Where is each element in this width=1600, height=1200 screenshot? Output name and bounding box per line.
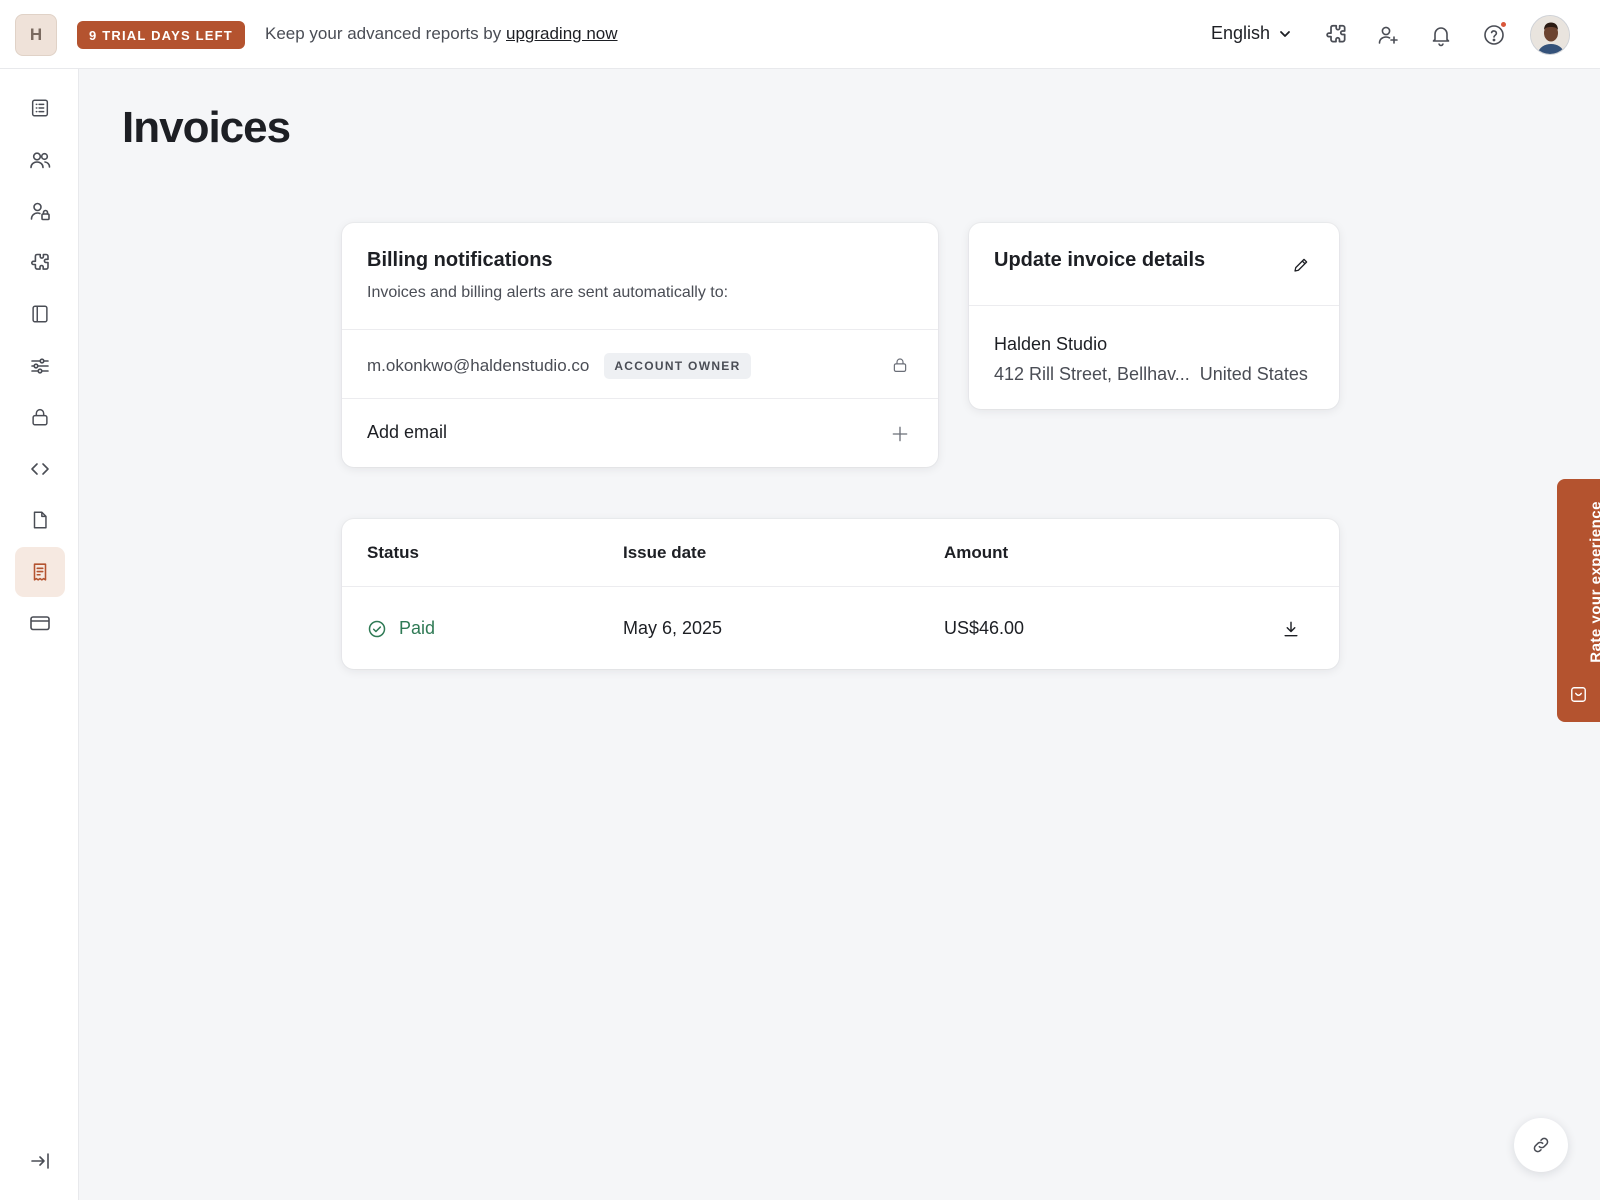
billing-email: m.okonkwo@haldenstudio.co — [367, 356, 590, 375]
avatar[interactable] — [1530, 15, 1570, 55]
document-icon — [33, 511, 47, 529]
lock-icon — [32, 408, 48, 426]
divider — [342, 329, 938, 330]
sidebar-item-reports[interactable] — [15, 83, 65, 133]
user-lock-icon — [30, 202, 50, 221]
copy-link-button[interactable] — [1514, 1118, 1568, 1172]
download-invoice-button[interactable] — [1279, 617, 1303, 641]
billing-title: Billing notifications — [367, 249, 553, 271]
invite-user-button[interactable] — [1373, 20, 1403, 50]
sliders-icon — [31, 358, 49, 374]
upgrade-link[interactable]: upgrading now — [506, 24, 618, 43]
address-country: United States — [1199, 364, 1308, 384]
company-address: 412 Rill Street, Bellhav... United State… — [994, 364, 1308, 385]
sidebar-item-layout[interactable] — [15, 289, 65, 339]
sidebar-item-invoices[interactable] — [15, 547, 65, 597]
issue-date-cell: May 6, 2025 — [623, 618, 723, 638]
billing-subtitle: Invoices and billing alerts are sent aut… — [367, 284, 729, 301]
integrations-button[interactable] — [1321, 20, 1351, 50]
company-name: Halden Studio — [994, 334, 1108, 354]
sidebar-item-billing[interactable] — [15, 598, 65, 648]
billing-email-row: m.okonkwo@haldenstudio.co ACCOUNT OWNER — [367, 353, 751, 379]
column-header-issue-date: Issue date — [623, 543, 707, 562]
status-badge: Paid — [399, 618, 436, 638]
code-icon — [31, 463, 49, 475]
invoice-details-title: Update invoice details — [994, 249, 1206, 271]
sidebar — [0, 69, 79, 1200]
email-locked-indicator — [888, 353, 912, 377]
add-email-plus-button[interactable] — [888, 422, 912, 446]
status-cell: Paid — [367, 618, 435, 639]
notifications-button[interactable] — [1426, 20, 1456, 50]
sidebar-panel-icon — [32, 305, 48, 323]
sidebar-expand-button[interactable] — [15, 1136, 65, 1186]
sidebar-item-documents[interactable] — [15, 495, 65, 545]
feedback-icon — [1571, 687, 1586, 702]
rate-experience-tab[interactable]: Rate your experience — [1557, 479, 1600, 722]
puzzle-icon — [1326, 24, 1346, 43]
report-list-icon — [31, 99, 49, 117]
chevron-down-icon — [1280, 30, 1290, 37]
column-header-amount: Amount — [944, 543, 1009, 562]
lock-icon — [893, 358, 907, 372]
credit-card-icon — [30, 616, 50, 631]
receipt-icon — [33, 563, 47, 581]
sidebar-item-developer[interactable] — [15, 444, 65, 494]
link-icon — [1533, 1137, 1549, 1153]
language-selector[interactable]: English — [1211, 23, 1292, 44]
address-street: 412 Rill Street, Bellhav... — [994, 364, 1190, 384]
check-circle-icon — [368, 620, 386, 637]
top-bar: H 9 TRIAL DAYS LEFT Keep your advanced r… — [0, 0, 1600, 69]
column-header-status: Status — [367, 543, 419, 562]
download-icon — [1284, 621, 1298, 637]
help-button[interactable] — [1479, 20, 1509, 50]
language-label: English — [1211, 23, 1271, 43]
user-photo-icon — [1531, 16, 1569, 54]
invoices-table: Status Issue date Amount Paid May 6, 202… — [342, 519, 1339, 669]
workspace-logo[interactable]: H — [15, 14, 57, 56]
account-owner-badge: ACCOUNT OWNER — [604, 353, 751, 379]
pencil-icon — [1294, 258, 1308, 272]
edit-invoice-details-button[interactable] — [1289, 253, 1313, 277]
billing-notifications-card: Billing notifications Invoices and billi… — [342, 223, 938, 467]
expand-sidebar-icon — [31, 1153, 49, 1169]
puzzle-icon — [31, 253, 49, 270]
page-title: Invoices — [122, 103, 291, 152]
sidebar-item-security[interactable] — [15, 392, 65, 442]
trial-message-text: Keep your advanced reports by — [265, 24, 502, 43]
amount-cell: US$46.00 — [944, 618, 1025, 638]
add-user-icon — [1378, 26, 1398, 44]
bell-icon — [1432, 27, 1450, 47]
trial-days-badge: 9 TRIAL DAYS LEFT — [77, 21, 245, 49]
rate-experience-label: Rate your experience — [1587, 501, 1600, 663]
add-email-button[interactable]: Add email — [367, 422, 447, 443]
sidebar-item-user-access[interactable] — [15, 186, 65, 236]
divider — [969, 305, 1339, 306]
users-icon — [30, 152, 51, 169]
help-notification-dot — [1500, 21, 1507, 28]
invoice-details-card: Update invoice details Halden Studio 412… — [969, 223, 1339, 409]
trial-message: Keep your advanced reports by upgrading … — [265, 24, 618, 44]
billing-header: Billing notifications Invoices and billi… — [367, 249, 728, 302]
divider — [342, 586, 1339, 587]
sidebar-item-integrations[interactable] — [15, 238, 65, 288]
sidebar-item-settings[interactable] — [15, 341, 65, 391]
divider — [342, 398, 938, 399]
plus-icon — [892, 426, 908, 442]
sidebar-item-team[interactable] — [15, 135, 65, 185]
